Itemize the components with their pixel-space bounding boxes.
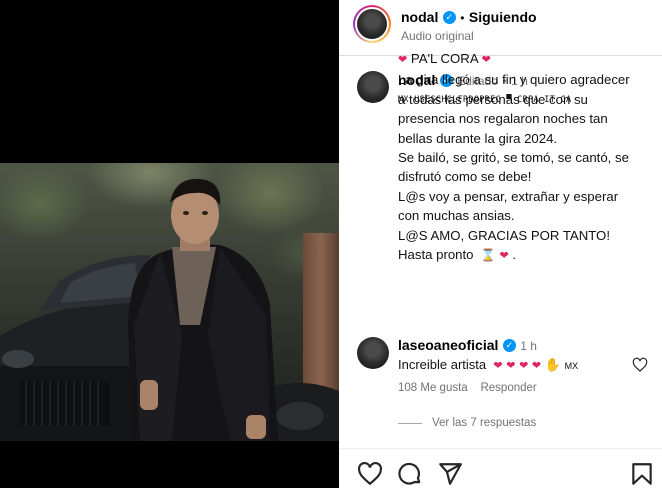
view-replies-button[interactable]: Ver las 7 respuestas [398, 417, 536, 429]
verified-badge-icon: ✓ [502, 339, 516, 353]
comment-icon[interactable] [397, 461, 423, 487]
heart-emoji-icon: ❤ [506, 360, 516, 372]
reply-button[interactable]: Responder [480, 382, 536, 394]
comment-likes-count[interactable]: 108 Me gusta [398, 382, 468, 394]
caption-line: ❤ PA'L CORA ❤ [398, 51, 491, 66]
verified-badge-icon: ✓ [442, 11, 456, 25]
heart-emoji-icon: ❤ [519, 360, 529, 372]
caption-line: a todas las personas que con su [398, 91, 588, 107]
bookmark-icon[interactable] [629, 461, 655, 487]
audio-label[interactable]: Audio original [401, 29, 474, 43]
heart-emoji-icon: ❤ [493, 360, 503, 372]
clap-emoji-icon: ✋ [544, 357, 561, 372]
replies-divider [398, 422, 422, 424]
comment-like-heart-icon[interactable] [632, 357, 648, 373]
caption-line: con muchas ansias. [398, 208, 515, 224]
video-frame[interactable] [0, 163, 339, 441]
post-header: nodal ✓ • Siguiendo Audio original [339, 0, 662, 56]
share-icon[interactable] [437, 461, 463, 487]
caption-line: Hasta pronto ⌛ ❤ . [398, 247, 517, 263]
caption-line: La gira llegó a su fin y quiero agradece… [398, 72, 630, 88]
following-button[interactable]: Siguiendo [469, 9, 537, 25]
view-replies-label: Ver las 7 respuestas [432, 417, 537, 429]
caption-author-avatar[interactable] [357, 71, 389, 103]
comment-time[interactable]: 1 h [520, 339, 537, 353]
comment-item: laseoaneoficial ✓ 1 h Increible artista … [339, 333, 662, 405]
comment-body: Increible artista ❤ ❤ ❤ ❤ ✋ MX [398, 357, 579, 372]
commenter-username[interactable]: laseoaneoficial [398, 337, 498, 353]
caption-line: L@s voy a pensar, extrañar y esperar [398, 188, 619, 204]
commenter-avatar[interactable] [357, 337, 389, 369]
author-username[interactable]: nodal [401, 9, 438, 25]
post-media[interactable] [0, 0, 339, 488]
heart-emoji-icon: ❤ [398, 54, 408, 66]
action-bar [339, 448, 662, 488]
heart-emoji-icon: ❤ [499, 250, 509, 263]
heart-emoji-icon: ❤ [531, 360, 542, 372]
caption-line: bellas durante la gira 2024. [398, 130, 558, 146]
caption-line: L@S AMO, GRACIAS POR TANTO! [398, 227, 610, 243]
caption-line: presencia nos regalaron noches tan [398, 111, 608, 127]
separator-dot: • [460, 11, 465, 25]
caption-line: Se bailó, se gritó, se tomó, se cantó, s… [398, 150, 629, 166]
caption-line: disfrutó como se debe! [398, 169, 532, 185]
heart-outline-icon[interactable] [357, 461, 383, 487]
post-panel: nodal ✓ • Siguiendo Audio original nodal… [339, 0, 662, 488]
hourglass-emoji-icon: ⌛ [480, 248, 496, 263]
caption-text: ❤ PA'L CORA ❤ La gira llegó a su fin y q… [398, 49, 650, 266]
person-image [128, 178, 278, 441]
author-avatar[interactable] [353, 5, 391, 43]
heart-emoji-icon: ❤ [481, 54, 491, 66]
flag-mx: MX [564, 361, 579, 371]
